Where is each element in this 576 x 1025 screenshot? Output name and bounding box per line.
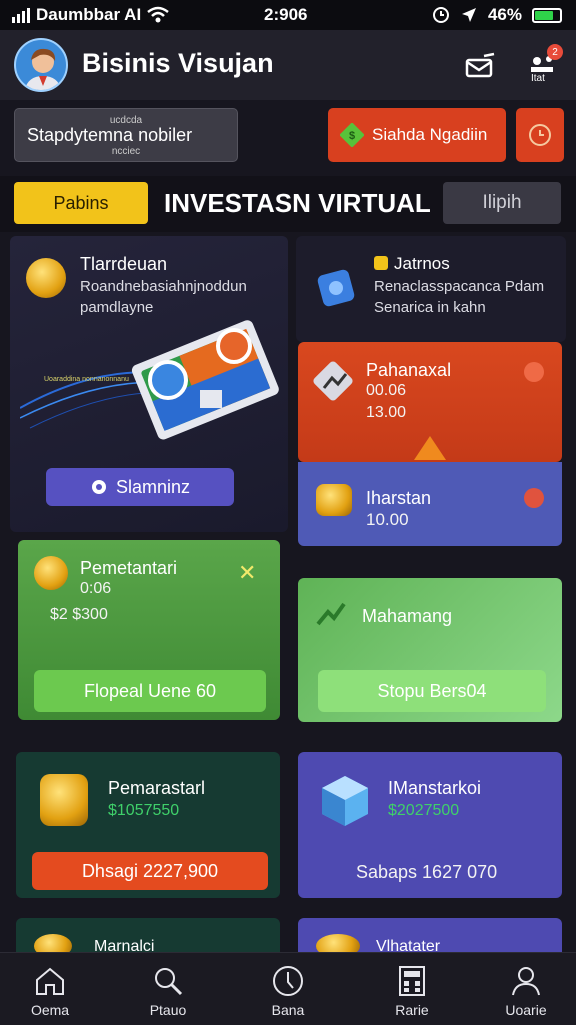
section-title: INVESTASN VIRTUAL	[164, 188, 431, 218]
carrier-label: Daumbbar AI	[36, 5, 142, 24]
clock-time: 2:906	[264, 5, 308, 24]
arrow-up-icon	[414, 436, 446, 460]
location-pin-icon	[91, 480, 106, 494]
orange-card-value-2: 13.00	[366, 404, 407, 421]
nav-item-profile[interactable]: Uoarie	[486, 952, 566, 1024]
nav-label: Rarie	[395, 1002, 429, 1018]
banner-bottom-text: ncciec	[111, 146, 141, 157]
phone-illustration	[20, 320, 279, 440]
check-icon[interactable]	[524, 362, 544, 382]
calculator-icon	[399, 966, 425, 996]
green-right-title: Mahamang	[362, 606, 453, 626]
clock-button[interactable]	[516, 108, 564, 162]
dollar-icon	[34, 556, 68, 590]
cube-icon	[322, 776, 368, 826]
purple-card-amount: $2027500	[388, 802, 460, 819]
home-icon	[36, 967, 64, 995]
trend-icon	[316, 602, 346, 626]
green-left-value-2: $2 $300	[50, 606, 108, 623]
left-top-desc-2: pamdlayne	[80, 299, 154, 316]
nav-label: Oema	[30, 1002, 70, 1018]
nav-item-home[interactable]: Oema	[10, 952, 90, 1024]
avatar[interactable]	[14, 38, 68, 92]
purple-card-title: IManstarkoi	[388, 778, 482, 798]
tab-secondary[interactable]: Ilipih	[443, 182, 561, 224]
close-x-icon[interactable]: ✕	[238, 560, 256, 586]
nav-label: Uoarie	[505, 1002, 547, 1018]
nav-item-clock[interactable]: Bana	[248, 952, 328, 1024]
user-icon	[512, 967, 540, 996]
page-title: Bisinis Visujan	[82, 48, 274, 78]
nav-item-search[interactable]: Ptauo	[128, 952, 208, 1024]
green-left-button[interactable]: Flopeal Uene 60	[34, 670, 266, 712]
right-top-title: Jatrnos	[394, 254, 450, 273]
search-icon	[155, 968, 183, 996]
close-icon[interactable]	[524, 488, 544, 508]
cta-label: Siahda Ngadiin	[372, 125, 488, 144]
dark-card-amount: $1057550	[108, 802, 180, 819]
alarm-icon	[432, 7, 449, 23]
purple-card-footer: Sabaps 1627 070	[356, 862, 498, 882]
cta-button[interactable]: $ Siahda Ngadiin	[328, 108, 506, 162]
left-top-desc-1: Roandnebasiahnjnoddun	[80, 278, 247, 295]
blue-card-value: 10.00	[366, 510, 409, 529]
wifi-icon	[147, 6, 169, 23]
nav-label: Bana	[271, 1002, 305, 1018]
nav-item-calculator[interactable]: Rarie	[372, 952, 452, 1024]
right-top-desc-2: Senarica in kahn	[374, 299, 486, 316]
green-right-button[interactable]: Stopu Bers04	[318, 670, 546, 712]
coin-icon	[26, 258, 66, 298]
tab-active[interactable]: Pabins	[14, 182, 148, 224]
left-top-title: Tlarrdeuan	[80, 254, 168, 274]
clock-icon	[529, 124, 551, 146]
status-bar: Daumbbar AI 2:906 46%	[0, 0, 576, 30]
clock-icon	[273, 966, 303, 996]
signal-icon	[12, 7, 30, 23]
orange-card-value-1: 00.06	[366, 382, 407, 399]
notification-badge: 2	[547, 44, 563, 60]
notification-label: Itat	[531, 73, 545, 84]
info-banner[interactable]: ucdcda Stapdytemna nobiler ncciec	[14, 108, 238, 162]
dark-card-title: Pemarastarl	[108, 778, 206, 798]
coin-stack-icon	[316, 484, 352, 516]
chart-caption: Uoaraddina nonnanonnanu	[44, 376, 129, 383]
cash-icon: $	[340, 123, 364, 147]
green-left-value-1: 0:06	[80, 580, 112, 597]
nav-label: Ptauo	[149, 1002, 187, 1018]
orange-card-title: Pahanaxal	[366, 360, 452, 380]
mail-icon[interactable]	[462, 48, 498, 84]
chart-icon	[313, 361, 353, 401]
blue-card-title: Iharstan	[366, 488, 432, 508]
left-top-button-label: Slamninz	[115, 476, 191, 497]
battery-percent: 46%	[487, 5, 522, 24]
star-icon	[374, 256, 388, 270]
battery-icon	[532, 7, 562, 23]
bag-icon	[317, 269, 355, 307]
green-left-title: Pemetantari	[80, 558, 178, 578]
dark-card-button[interactable]: Dhsagi 2227,900	[32, 852, 268, 890]
banner-main-text: Stapdytemna nobiler	[27, 125, 193, 145]
location-icon	[461, 8, 476, 22]
right-top-desc-1: Renaclasspacanca Pdam	[374, 278, 545, 295]
left-top-button[interactable]: Slamninz	[46, 468, 234, 506]
svg-text:$: $	[349, 130, 355, 142]
coin-stack-icon	[40, 774, 88, 826]
